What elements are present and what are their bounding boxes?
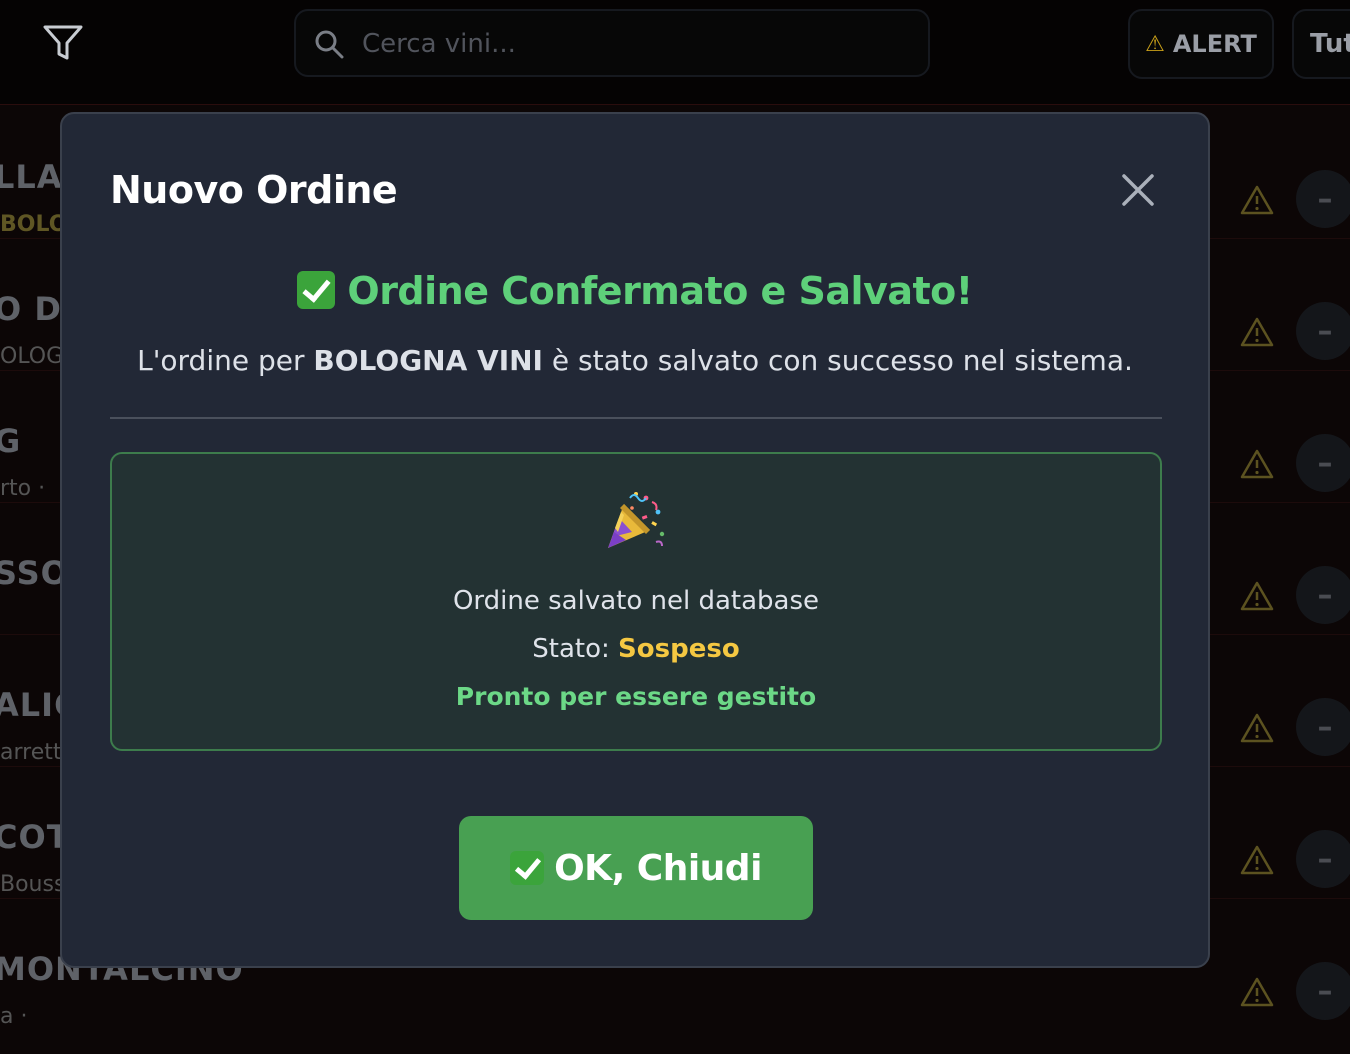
search-input[interactable] bbox=[360, 21, 904, 67]
modal-title: Nuovo Ordine bbox=[110, 168, 398, 212]
wine-subtitle: rto · bbox=[0, 476, 46, 501]
search-box[interactable] bbox=[294, 9, 930, 77]
all-filter-button[interactable]: Tut bbox=[1292, 9, 1350, 79]
wine-name: SSO bbox=[0, 554, 69, 592]
status-label: Stato: bbox=[532, 634, 619, 664]
status-line: Stato: Sospeso bbox=[112, 634, 1160, 664]
wine-name: LLA bbox=[0, 158, 63, 196]
ok-close-button[interactable]: OK, Chiudi bbox=[459, 816, 813, 920]
ok-button-label: OK, Chiudi bbox=[554, 847, 762, 889]
minus-button[interactable]: – bbox=[1296, 434, 1350, 492]
minus-button[interactable]: – bbox=[1296, 566, 1350, 624]
warning-icon[interactable] bbox=[1240, 844, 1274, 876]
minus-button[interactable]: – bbox=[1296, 302, 1350, 360]
warning-icon[interactable] bbox=[1240, 976, 1274, 1008]
filter-icon[interactable] bbox=[42, 24, 84, 64]
minus-button[interactable]: – bbox=[1296, 170, 1350, 228]
warning-icon: ⚠ bbox=[1145, 31, 1165, 57]
check-mark-icon bbox=[510, 851, 545, 885]
message-suffix: è stato salvato con successo nel sistema… bbox=[542, 344, 1133, 377]
minus-button[interactable]: – bbox=[1296, 698, 1350, 756]
warning-icon[interactable] bbox=[1240, 712, 1274, 744]
alert-filter-button[interactable]: ⚠ ALERT bbox=[1128, 9, 1274, 79]
saved-text: Ordine salvato nel database bbox=[452, 586, 820, 616]
message-prefix: L'ordine per bbox=[137, 344, 314, 377]
check-mark-icon bbox=[297, 271, 336, 309]
warning-icon[interactable] bbox=[1240, 448, 1274, 480]
warning-icon[interactable] bbox=[1240, 184, 1274, 216]
wine-subtitle: arrett bbox=[0, 740, 62, 765]
new-order-modal: Nuovo Ordine Ordine Confermato e Salvato… bbox=[60, 112, 1210, 968]
close-icon[interactable] bbox=[1120, 172, 1156, 208]
warning-icon[interactable] bbox=[1240, 316, 1274, 348]
wine-subtitle: a · bbox=[0, 1004, 28, 1029]
top-bar: ⚠ ALERT Tut bbox=[0, 0, 1350, 105]
party-popper-icon bbox=[608, 492, 665, 548]
success-title-text: Ordine Confermato e Salvato! bbox=[347, 269, 973, 313]
wine-name: G bbox=[0, 422, 22, 460]
wine-subtitle: Bouss bbox=[0, 872, 66, 897]
search-icon bbox=[315, 30, 344, 59]
order-info-box: Ordine salvato nel database Stato: Sospe… bbox=[110, 452, 1162, 751]
minus-button[interactable]: – bbox=[1296, 962, 1350, 1020]
confirmation-message: L'ordine per BOLOGNA VINI è stato salvat… bbox=[62, 344, 1208, 377]
alert-label: ALERT bbox=[1172, 30, 1257, 58]
divider bbox=[110, 417, 1162, 419]
all-label: Tut bbox=[1310, 29, 1350, 59]
wine-subtitle: BOLO bbox=[0, 212, 68, 237]
page: ⚠ ALERT Tut LLA BOLO – O DO OLOGN – G rt… bbox=[0, 0, 1350, 1054]
status-value: Sospeso bbox=[618, 634, 740, 664]
ready-text: Pronto per essere gestito bbox=[455, 682, 817, 711]
minus-button[interactable]: – bbox=[1296, 830, 1350, 888]
customer-name: BOLOGNA VINI bbox=[313, 344, 543, 377]
warning-icon[interactable] bbox=[1240, 580, 1274, 612]
success-heading: Ordine Confermato e Salvato! bbox=[62, 269, 1208, 313]
